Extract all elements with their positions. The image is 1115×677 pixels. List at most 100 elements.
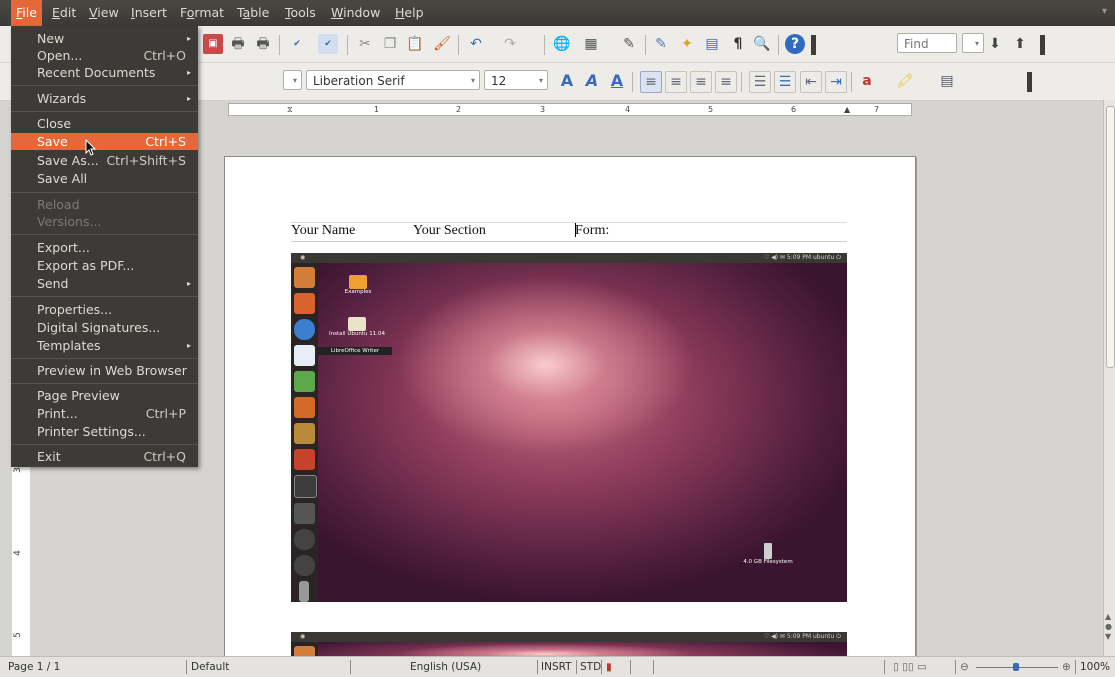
menu-item-preview-web[interactable]: Preview in Web Browser: [11, 362, 198, 379]
menu-table[interactable]: Table: [232, 0, 274, 26]
menu-item-new[interactable]: New ▸: [11, 30, 198, 47]
scrollbar-thumb[interactable]: [1106, 106, 1115, 368]
language-indicator[interactable]: English (USA): [410, 657, 481, 677]
toolbar-grip[interactable]: [1040, 35, 1045, 55]
find-input[interactable]: Find: [897, 33, 957, 53]
zoom-icon[interactable]: 🔍: [752, 34, 772, 54]
menu-separator: [11, 383, 198, 384]
hyperlink-icon[interactable]: 🌐: [552, 34, 572, 54]
menu-item-recent-documents[interactable]: Recent Documents ▸: [11, 64, 198, 81]
numbering-icon[interactable]: ☰: [749, 71, 771, 93]
bold-icon[interactable]: A: [557, 71, 577, 91]
spellcheck-icon[interactable]: ✔: [287, 34, 307, 54]
menu-format[interactable]: Format: [175, 0, 229, 26]
window-menu-arrow-icon[interactable]: ▾: [1102, 6, 1107, 17]
vertical-scrollbar[interactable]: ▲ ● ▼: [1103, 100, 1115, 656]
menu-format-label: rmat: [194, 5, 225, 20]
decrease-indent-icon[interactable]: ⇤: [800, 71, 822, 93]
status-separator: [884, 660, 885, 674]
menu-insert[interactable]: Insert: [126, 0, 172, 26]
style-dropdown[interactable]: ▾: [283, 70, 302, 90]
highlighting-icon[interactable]: 🖍: [895, 71, 915, 91]
find-next-icon[interactable]: ⬇: [985, 34, 1005, 54]
menu-item-properties[interactable]: Properties...: [11, 301, 198, 318]
menu-item-printer-settings[interactable]: Printer Settings...: [11, 423, 198, 440]
menu-help[interactable]: Help: [390, 0, 429, 26]
find-dropdown[interactable]: ▾: [962, 33, 984, 53]
menu-item-close[interactable]: Close: [11, 115, 198, 132]
increase-indent-icon[interactable]: ⇥: [825, 71, 847, 93]
menu-item-open[interactable]: Open... Ctrl+O: [11, 47, 198, 64]
autospellcheck-icon[interactable]: ✔: [318, 34, 338, 54]
align-left-icon[interactable]: ≡: [640, 71, 662, 93]
formatting-marks-icon[interactable]: ¶: [728, 34, 748, 54]
menu-item-label: New: [37, 31, 65, 46]
align-center-icon[interactable]: ≡: [665, 71, 687, 93]
align-right-icon[interactable]: ≡: [690, 71, 712, 93]
chevron-down-icon: ▾: [470, 76, 475, 85]
menu-item-save[interactable]: Save Ctrl+S: [11, 133, 198, 150]
embedded-screenshot-image[interactable]: ◉ ♡ ◀) ✉ 5:09 PM ubuntu ⏻ Examples Insta…: [291, 253, 847, 602]
menu-window[interactable]: Window: [326, 0, 385, 26]
font-name-combo[interactable]: Liberation Serif ▾: [306, 70, 480, 90]
italic-icon[interactable]: A: [582, 71, 602, 91]
install-label: Install Ubuntu 11.04: [329, 331, 385, 337]
redo-icon[interactable]: ↷: [500, 34, 520, 54]
embedded-screenshot-image-2[interactable]: ◉ ♡ ◀) ✉ 5:09 PM ubuntu ⏻: [291, 632, 847, 656]
menu-item-send[interactable]: Send ▸: [11, 275, 198, 292]
copy-icon[interactable]: ❐: [380, 34, 400, 54]
zoom-in-icon[interactable]: ⊕: [1062, 657, 1071, 677]
menu-file[interactable]: File: [11, 0, 42, 26]
menu-item-templates[interactable]: Templates ▸: [11, 337, 198, 354]
menu-item-save-as[interactable]: Save As... Ctrl+Shift+S: [11, 152, 198, 169]
menu-tools[interactable]: Tools: [280, 0, 321, 26]
left-indent-marker-icon[interactable]: ⧖: [287, 104, 293, 116]
zoom-out-icon[interactable]: ⊖: [960, 657, 969, 677]
help-icon[interactable]: ?: [785, 34, 805, 54]
zoom-level[interactable]: 100%: [1080, 657, 1110, 677]
menu-item-export[interactable]: Export...: [11, 239, 198, 256]
right-indent-marker-icon[interactable]: ▲: [844, 104, 850, 116]
menu-item-save-all[interactable]: Save All: [11, 170, 198, 187]
menu-edit[interactable]: Edit: [47, 0, 81, 26]
find-previous-icon[interactable]: ⬆: [1010, 34, 1030, 54]
page-navigation-icons[interactable]: ▲ ● ▼: [1105, 612, 1112, 642]
page-header[interactable]: Your Name Your Section Form:: [291, 222, 847, 242]
cut-icon[interactable]: ✂: [355, 34, 375, 54]
zoom-slider-thumb[interactable]: [1013, 663, 1019, 671]
font-color-icon[interactable]: a: [857, 71, 877, 91]
launcher: [291, 263, 318, 602]
print-icon[interactable]: 🖶: [228, 34, 248, 54]
print-preview-icon[interactable]: 🖶: [253, 34, 273, 54]
page-style[interactable]: Default: [191, 657, 229, 677]
menu-item-digital-signatures[interactable]: Digital Signatures...: [11, 319, 198, 336]
font-size-combo[interactable]: 12 ▾: [484, 70, 548, 90]
menu-view[interactable]: View: [84, 0, 124, 26]
insert-mode[interactable]: INSRT: [541, 657, 572, 677]
selection-mode[interactable]: STD: [580, 657, 601, 677]
bullets-icon[interactable]: ☰: [774, 71, 796, 93]
underline-icon[interactable]: A: [607, 71, 627, 91]
navigator-icon[interactable]: ✦: [677, 34, 697, 54]
menu-item-export-pdf[interactable]: Export as PDF...: [11, 257, 198, 274]
show-draw-functions-icon[interactable]: ✎: [619, 34, 639, 54]
menu-item-page-preview[interactable]: Page Preview: [11, 387, 198, 404]
clone-format-icon[interactable]: 🖌: [432, 34, 452, 54]
export-pdf-icon[interactable]: ▣: [203, 34, 223, 54]
toolbar-grip[interactable]: [811, 35, 816, 55]
paste-icon[interactable]: 📋: [405, 34, 425, 54]
menu-item-exit[interactable]: Exit Ctrl+Q: [11, 448, 198, 465]
background-color-icon[interactable]: ▤: [937, 71, 957, 91]
document-page[interactable]: Your Name Your Section Form: ◉ ♡ ◀) ✉ 5:…: [224, 156, 916, 656]
toolbar-grip[interactable]: [1027, 72, 1032, 92]
menu-item-wizards[interactable]: Wizards ▸: [11, 90, 198, 107]
gallery-icon[interactable]: ▤: [702, 34, 722, 54]
view-layout-icon[interactable]: ▯ ▯▯ ▭: [893, 657, 927, 677]
find-replace-icon[interactable]: ✎: [651, 34, 671, 54]
table-icon[interactable]: ▦: [581, 34, 601, 54]
undo-icon[interactable]: ↶: [466, 34, 486, 54]
document-modified-icon[interactable]: ▮: [606, 657, 612, 677]
menu-item-print[interactable]: Print... Ctrl+P: [11, 405, 198, 422]
page-indicator[interactable]: Page 1 / 1: [8, 657, 60, 677]
justify-icon[interactable]: ≡: [715, 71, 737, 93]
